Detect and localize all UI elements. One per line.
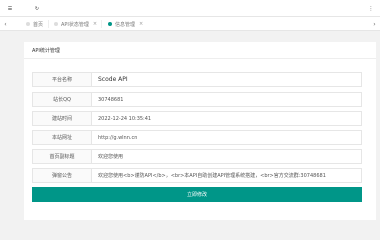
tab-divider	[48, 20, 49, 28]
field-site-url: 本站网址 http://g.wlnn.cn	[32, 130, 362, 145]
field-label: 平台名称	[32, 72, 92, 87]
tab-scroll-right-icon[interactable]: ›	[369, 17, 380, 31]
home-subtitle-input[interactable]: 欢迎您使用	[92, 149, 362, 164]
tab-dot-icon	[26, 22, 30, 26]
tab-scroll-left-icon[interactable]: ‹	[0, 17, 11, 31]
tab-bar: ‹ 首页 API状态管理 × 信息管理 × ›	[0, 17, 380, 31]
field-build-time: 建站时间 2022-12-24 10:35:41	[32, 111, 362, 126]
field-popup-notice: 弹窗公告 欢迎您使用<b>谨防API</b>，<br>本API自助创建API管理…	[32, 168, 362, 183]
refresh-icon[interactable]: ↻	[30, 0, 44, 17]
build-time-input[interactable]: 2022-12-24 10:35:41	[92, 111, 362, 126]
tab-info-management[interactable]: 信息管理 ×	[108, 17, 143, 31]
field-label: 站长QQ	[32, 92, 92, 107]
field-label: 首页副标题	[32, 149, 92, 164]
tab-label: API状态管理	[61, 21, 89, 28]
settings-card: API统计管理 平台名称 Scode API 站长QQ 30748681 建站时…	[24, 42, 376, 220]
tab-divider	[101, 20, 102, 28]
tab-api-status[interactable]: API状态管理 ×	[54, 17, 97, 31]
admin-qq-input[interactable]: 30748681	[92, 92, 362, 107]
site-url-input[interactable]: http://g.wlnn.cn	[92, 130, 362, 145]
tab-home[interactable]: 首页	[26, 17, 43, 31]
field-label: 弹窗公告	[32, 168, 92, 183]
platform-name-input[interactable]: Scode API	[92, 72, 362, 87]
tab-label: 信息管理	[115, 21, 136, 28]
submit-button[interactable]: 立即修改	[32, 187, 362, 202]
tab-label: 首页	[33, 21, 44, 28]
top-bar: ☰ ↻ ⋮	[0, 0, 380, 17]
field-platform-name: 平台名称 Scode API	[32, 72, 362, 87]
field-home-subtitle: 首页副标题 欢迎您使用	[32, 149, 362, 164]
more-icon[interactable]: ⋮	[364, 0, 378, 17]
popup-notice-input[interactable]: 欢迎您使用<b>谨防API</b>，<br>本API自助创建API管理系统搭建，…	[92, 168, 362, 183]
card-title: API统计管理	[24, 42, 376, 59]
menu-toggle-icon[interactable]: ☰	[3, 0, 17, 17]
field-label: 本站网址	[32, 130, 92, 145]
tab-active-dot-icon	[108, 22, 112, 26]
tab-dot-icon	[54, 22, 58, 26]
field-admin-qq: 站长QQ 30748681	[32, 92, 362, 107]
tab-close-icon[interactable]: ×	[139, 21, 143, 27]
tab-close-icon[interactable]: ×	[93, 21, 97, 27]
field-label: 建站时间	[32, 111, 92, 126]
